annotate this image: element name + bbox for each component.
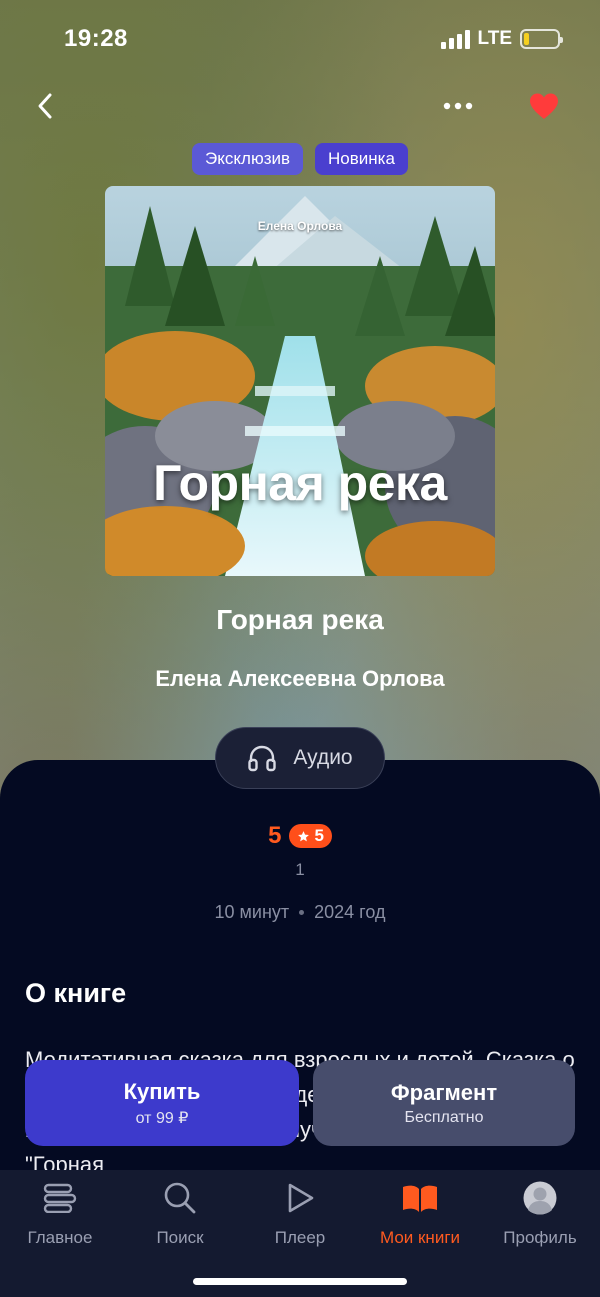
tab-label: Профиль	[503, 1228, 577, 1247]
buy-price: от 99 ₽	[135, 1109, 189, 1127]
chevron-left-icon	[38, 93, 52, 119]
fragment-button[interactable]: Фрагмент Бесплатно	[313, 1060, 575, 1146]
network-type: LTE	[477, 28, 512, 49]
tab-search[interactable]: Поиск	[120, 1178, 240, 1248]
separator-dot	[299, 910, 305, 915]
tab-home[interactable]: Главное	[0, 1178, 120, 1248]
play-icon	[280, 1178, 320, 1218]
tab-label: Мои книги	[379, 1228, 461, 1247]
more-button[interactable]	[440, 88, 476, 124]
rating-badge: 5	[289, 824, 332, 848]
book-meta: 10 минут 2024 год	[0, 902, 600, 923]
more-dots-icon	[443, 102, 473, 110]
book-title: Горная река	[216, 604, 384, 635]
avatar-icon	[520, 1178, 560, 1218]
status-bar: 19:28 LTE	[0, 0, 600, 80]
status-indicators: LTE	[440, 28, 563, 50]
signal-icon	[440, 29, 470, 49]
buy-label: Купить	[123, 1078, 201, 1104]
tab-my-books[interactable]: Мои книги	[360, 1178, 480, 1248]
cover-illustration	[105, 186, 495, 576]
fragment-sub: Бесплатно	[404, 1108, 484, 1126]
badges: Эксклюзив Новинка	[0, 143, 600, 175]
format-label: Аудио	[293, 746, 353, 769]
headphones-icon	[248, 745, 277, 772]
tab-profile[interactable]: Профиль	[480, 1178, 600, 1248]
status-time: 19:28	[64, 25, 128, 52]
open-book-icon	[400, 1178, 440, 1218]
duration: 10 минут	[214, 902, 290, 922]
back-button[interactable]	[28, 88, 64, 124]
cover-author: Елена Орлова	[257, 219, 343, 233]
rating-value: 5	[268, 822, 282, 849]
year: 2024 год	[314, 902, 386, 922]
badge-exclusive: Эксклюзив	[192, 143, 304, 175]
favorite-button[interactable]	[524, 86, 564, 126]
search-icon	[160, 1178, 200, 1218]
buy-button[interactable]: Купить от 99 ₽	[25, 1060, 299, 1146]
book-cover[interactable]: Елена Орлова Горная река	[105, 186, 495, 576]
star-icon	[298, 830, 310, 841]
badge-new: Новинка	[315, 143, 408, 175]
tab-label: Главное	[27, 1228, 93, 1247]
fragment-label: Фрагмент	[390, 1079, 498, 1105]
battery-icon	[520, 29, 563, 49]
about-title: О книге	[25, 978, 127, 1008]
rating-count: 1	[295, 860, 305, 879]
book-author[interactable]: Елена Алексеевна Орлова	[0, 666, 600, 692]
tab-label: Плеер	[274, 1228, 326, 1247]
stack-icon	[40, 1178, 80, 1218]
rating[interactable]: 5 5	[0, 822, 600, 850]
home-indicator[interactable]	[193, 1278, 407, 1285]
format-audio-button[interactable]: Аудио	[215, 727, 385, 789]
heart-icon	[530, 93, 558, 119]
tab-player[interactable]: Плеер	[240, 1178, 360, 1248]
tab-label: Поиск	[156, 1228, 204, 1247]
rating-badge-value: 5	[314, 826, 324, 845]
cover-title: Горная река	[153, 455, 447, 511]
